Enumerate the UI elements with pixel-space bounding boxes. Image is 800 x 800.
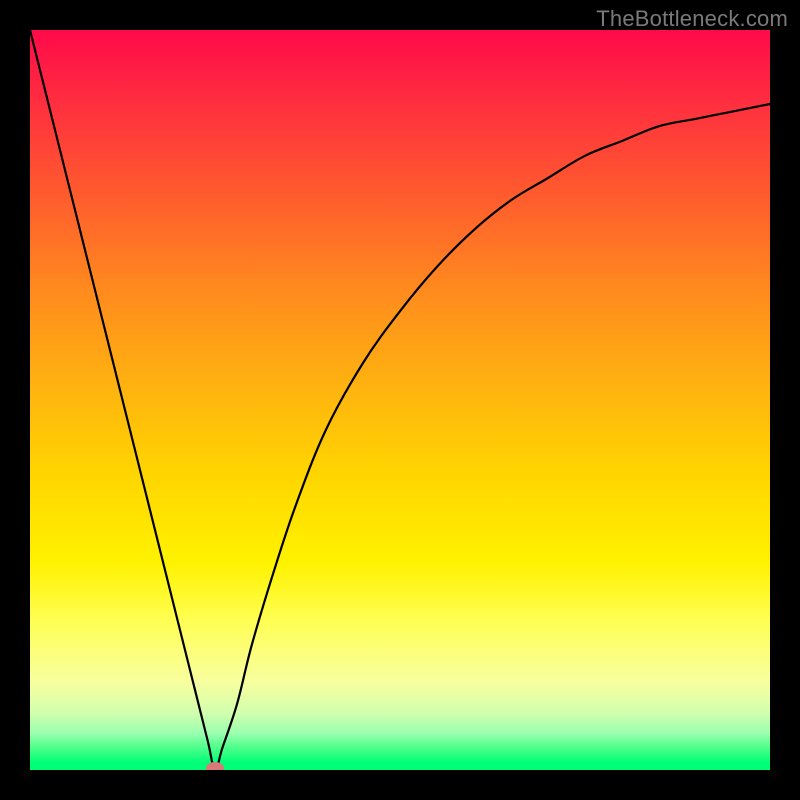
curve-svg [30,30,770,770]
watermark-text: TheBottleneck.com [596,6,788,32]
bottleneck-curve [30,30,770,770]
min-marker [206,762,224,770]
chart-frame: TheBottleneck.com [0,0,800,800]
plot-area [30,30,770,770]
